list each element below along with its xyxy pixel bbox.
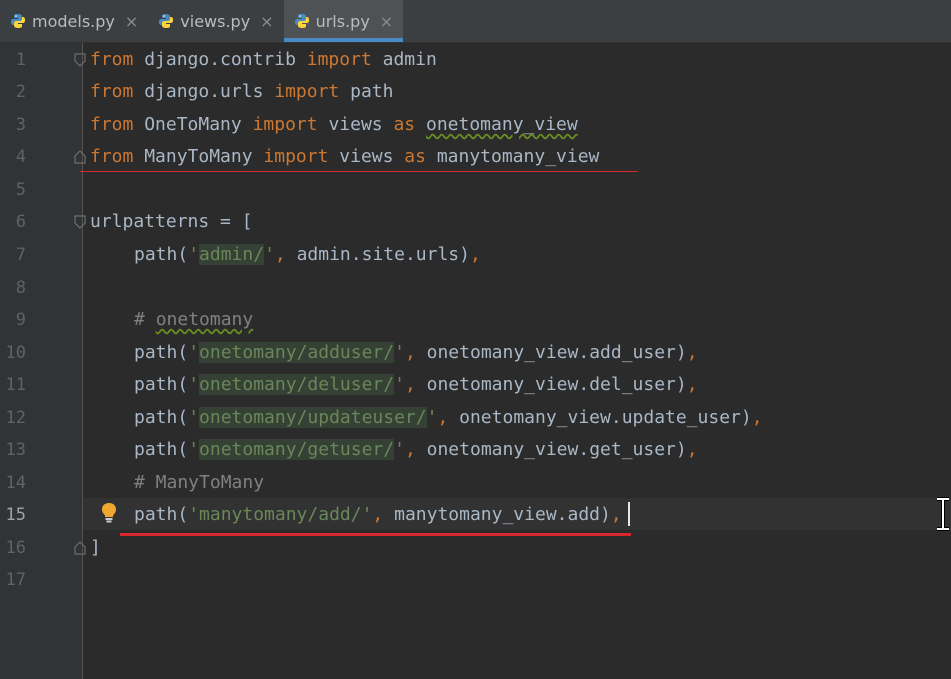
code-comment: # ManyToMany (134, 472, 265, 493)
python-file-icon (11, 14, 25, 28)
annotation-underline (80, 171, 638, 172)
line-number: 12 (5, 408, 26, 428)
fold-marker-icon[interactable] (73, 150, 87, 164)
line-number: 2 (15, 82, 26, 102)
code-line[interactable]: 5 (0, 174, 951, 206)
fold-marker-icon[interactable] (73, 541, 87, 555)
tab-label: models.py (32, 11, 115, 31)
code-line[interactable]: 8 (0, 272, 951, 304)
code-editor[interactable]: 1 from django.contrib import admin 2 fro… (0, 43, 951, 679)
code-line[interactable]: 10 path('onetomany/adduser/', onetomany_… (0, 337, 951, 369)
line-number: 5 (15, 180, 26, 200)
close-icon[interactable]: × (125, 12, 138, 31)
code-text: path('admin/', admin.site.urls), (134, 244, 481, 265)
code-line[interactable]: 11 path('onetomany/deluser/', onetomany_… (0, 369, 951, 401)
code-text: urlpatterns = [ (90, 211, 253, 232)
line-number: 6 (15, 212, 26, 232)
code-text: from django.contrib import admin (90, 49, 437, 70)
code-text: from OneToMany import views as onetomany… (90, 114, 578, 135)
code-line[interactable]: 3 from OneToMany import views as onetoma… (0, 109, 951, 141)
code-text: ] (90, 537, 101, 558)
code-line[interactable]: 7 path('admin/', admin.site.urls), (0, 239, 951, 271)
line-number: 8 (15, 278, 26, 298)
line-number: 14 (5, 473, 26, 493)
code-line[interactable]: 4 from ManyToMany import views as manyto… (0, 141, 951, 173)
tab-label: views.py (180, 11, 251, 31)
code-text: path('manytomany/add/', manytomany_view.… (134, 504, 622, 525)
fold-marker-icon[interactable] (73, 215, 87, 229)
close-icon[interactable]: × (380, 12, 393, 31)
code-line[interactable]: 1 from django.contrib import admin (0, 44, 951, 76)
code-line[interactable]: 6 urlpatterns = [ (0, 206, 951, 238)
line-number: 13 (5, 440, 26, 460)
line-number: 9 (15, 310, 26, 330)
line-number: 4 (15, 147, 26, 167)
editor-tab-bar: models.py × views.py × urls.py × (0, 0, 951, 43)
code-text: path('onetomany/updateuser/', onetomany_… (134, 407, 763, 428)
lightbulb-icon[interactable] (100, 502, 118, 524)
line-number: 10 (5, 343, 26, 363)
tab-models-py[interactable]: models.py × (0, 0, 148, 42)
close-icon[interactable]: × (260, 12, 273, 31)
line-number: 11 (5, 375, 26, 395)
code-line[interactable]: 12 path('onetomany/updateuser/', onetoma… (0, 402, 951, 434)
code-comment: # onetomany (134, 309, 254, 330)
code-text: from django.urls import path (90, 81, 394, 102)
code-line[interactable]: 16 ] (0, 532, 951, 564)
code-text: path('onetomany/deluser/', onetomany_vie… (134, 374, 698, 395)
tab-urls-py[interactable]: urls.py × (283, 0, 404, 42)
code-text: from ManyToMany import views as manytoma… (90, 146, 600, 167)
python-file-icon (159, 14, 174, 28)
code-line[interactable]: 14 # ManyToMany (0, 467, 951, 499)
line-number: 3 (15, 115, 26, 135)
text-caret (628, 502, 630, 526)
line-number: 1 (15, 50, 26, 70)
python-file-icon (294, 14, 309, 28)
code-text: path('onetomany/getuser/', onetomany_vie… (134, 439, 698, 460)
line-number: 7 (15, 245, 26, 265)
text-ibeam-icon (937, 497, 949, 531)
line-number: 16 (5, 538, 26, 558)
code-text: path('onetomany/adduser/', onetomany_vie… (134, 342, 698, 363)
code-line-current[interactable]: 15 path('manytomany/add/', manytomany_vi… (0, 499, 951, 531)
code-line[interactable]: 17 (0, 564, 951, 596)
line-number: 15 (5, 505, 26, 525)
tab-label: urls.py (315, 11, 370, 31)
code-line[interactable]: 9 # onetomany (0, 304, 951, 336)
line-number: 17 (5, 570, 26, 590)
tab-views-py[interactable]: views.py × (148, 0, 283, 42)
code-line[interactable]: 2 from django.urls import path (0, 76, 951, 108)
fold-marker-icon[interactable] (73, 53, 87, 67)
code-line[interactable]: 13 path('onetomany/getuser/', onetomany_… (0, 434, 951, 466)
